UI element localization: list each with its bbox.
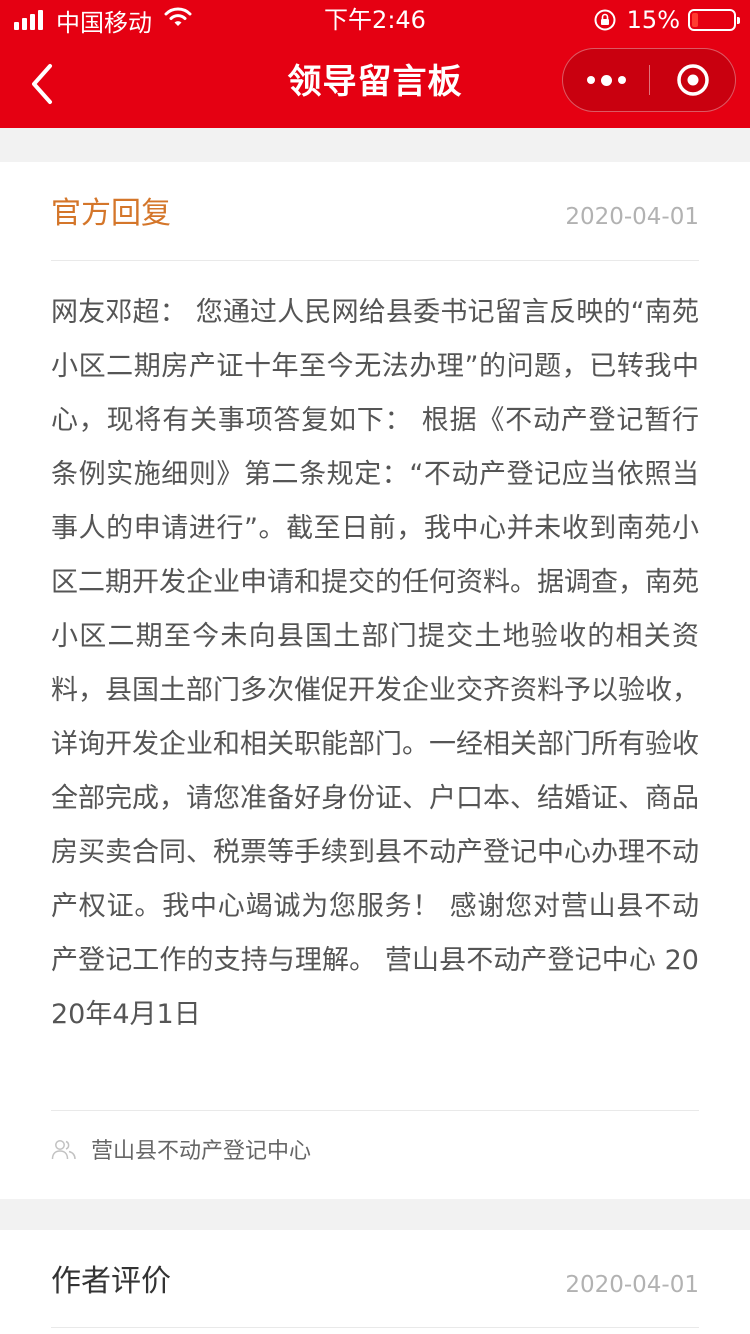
reply-card-header: 官方回复 2020-04-01 (51, 162, 699, 261)
rating-title: 作者评价 (51, 1264, 171, 1299)
mini-program-capsule (562, 48, 736, 112)
more-button[interactable] (563, 49, 649, 111)
orientation-lock-icon (593, 8, 617, 32)
battery-level (692, 13, 698, 27)
close-button[interactable] (650, 49, 736, 111)
rating-date: 2020-04-01 (565, 1272, 699, 1298)
reply-title: 官方回复 (51, 196, 171, 231)
rating-card-header: 作者评价 2020-04-01 (51, 1230, 699, 1328)
official-reply-card: 官方回复 2020-04-01 网友邓超： 您通过人民网给县委书记留言反映的“南… (0, 162, 750, 1199)
more-icon (584, 74, 629, 86)
close-icon (677, 64, 709, 96)
users-icon (51, 1139, 77, 1165)
status-bar: 中国移动 下午2:46 15% (0, 0, 750, 40)
reply-card-footer: 营山县不动产登记中心 (51, 1110, 699, 1200)
battery-icon (688, 9, 740, 31)
status-right: 15% (593, 4, 740, 36)
reply-body: 网友邓超： 您通过人民网给县委书记留言反映的“南苑小区二期房产证十年至今无法办理… (51, 297, 699, 1030)
responder-name: 营山县不动产登记中心 (91, 1139, 312, 1164)
nav-bar: 领导留言板 (0, 44, 750, 124)
app-header: 中国移动 下午2:46 15% 领导留言板 (0, 0, 750, 128)
battery-percent: 15% (626, 6, 680, 34)
author-rating-card: 作者评价 2020-04-01 (0, 1230, 750, 1334)
reply-date: 2020-04-01 (565, 204, 699, 230)
